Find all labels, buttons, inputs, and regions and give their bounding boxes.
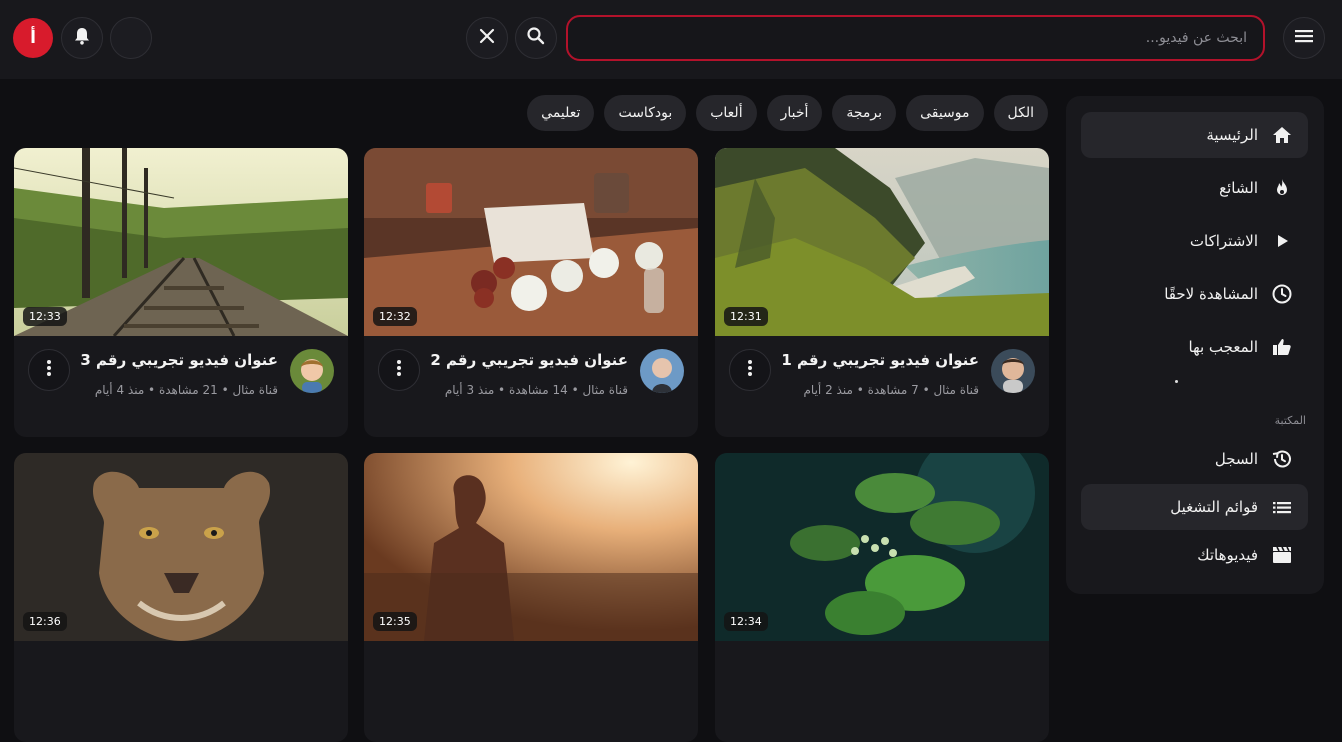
chip-music[interactable]: موسيقى bbox=[906, 95, 984, 131]
video-card[interactable]: 12:35 bbox=[364, 453, 698, 742]
more-options-button[interactable] bbox=[28, 349, 70, 391]
video-duration: 12:34 bbox=[724, 612, 768, 631]
sidebar-item-watch-later[interactable]: المشاهدة لاحقًا bbox=[1081, 271, 1308, 317]
sidebar-item-label: الرئيسية bbox=[1206, 126, 1258, 144]
sidebar-item-trending[interactable]: الشائع bbox=[1081, 165, 1308, 211]
history-icon bbox=[1270, 447, 1294, 471]
video-thumbnail[interactable]: 12:31 bbox=[715, 148, 1049, 336]
channel-avatar[interactable] bbox=[640, 349, 684, 393]
channel-avatar[interactable] bbox=[991, 349, 1035, 393]
bell-icon bbox=[72, 26, 92, 50]
video-title[interactable]: عنوان فيديو تجريبي رقم 1 bbox=[781, 351, 979, 369]
clear-search-button[interactable] bbox=[466, 17, 508, 59]
sidebar-item-label: المشاهدة لاحقًا bbox=[1164, 285, 1258, 303]
video-duration: 12:31 bbox=[724, 307, 768, 326]
sidebar-item-your-videos[interactable]: فيديوهاتك bbox=[1081, 532, 1308, 578]
sidebar-item-label: قوائم التشغيل bbox=[1170, 498, 1258, 516]
sidebar-item-label: الاشتراكات bbox=[1189, 232, 1258, 250]
clock-icon bbox=[1270, 282, 1294, 306]
more-vertical-icon bbox=[396, 359, 402, 381]
sidebar-item-label: فيديوهاتك bbox=[1197, 546, 1258, 564]
clapperboard-icon bbox=[1270, 543, 1294, 567]
sidebar-item-liked[interactable]: المعجب بها bbox=[1081, 324, 1308, 370]
video-thumbnail[interactable]: 12:33 bbox=[14, 148, 348, 336]
video-duration: 12:35 bbox=[373, 612, 417, 631]
more-options-button[interactable] bbox=[378, 349, 420, 391]
sidebar-item-subscriptions[interactable]: الاشتراكات bbox=[1081, 218, 1308, 264]
video-duration: 12:36 bbox=[23, 612, 67, 631]
library-section-label: المكتبة bbox=[1274, 414, 1306, 427]
play-icon bbox=[1270, 229, 1294, 253]
video-duration: 12:33 bbox=[23, 307, 67, 326]
sidebar-item-label: السجل bbox=[1214, 450, 1258, 468]
channel-avatar[interactable] bbox=[290, 349, 334, 393]
chip-news[interactable]: أخبار bbox=[766, 95, 823, 131]
video-thumbnail[interactable]: 12:34 bbox=[715, 453, 1049, 641]
video-card[interactable]: 12:32 عنوان فيديو تجريبي رقم 2 قناة مثال… bbox=[364, 148, 698, 437]
more-options-button[interactable] bbox=[729, 349, 771, 391]
video-card[interactable]: 12:31 عنوان فيديو تجريبي رقم 1 قناة مثال… bbox=[715, 148, 1049, 437]
video-duration: 12:32 bbox=[373, 307, 417, 326]
chip-educational[interactable]: تعليمي bbox=[527, 95, 595, 131]
playlist-icon bbox=[1270, 495, 1294, 519]
sidebar-item-playlists[interactable]: قوائم التشغيل bbox=[1081, 484, 1308, 530]
video-meta: قناة مثال • 7 مشاهدة • منذ 2 أيام bbox=[803, 383, 980, 397]
chip-all[interactable]: الكل bbox=[993, 95, 1048, 131]
user-avatar[interactable]: أ bbox=[13, 18, 53, 58]
video-card[interactable]: 12:33 عنوان فيديو تجريبي رقم 3 قناة مثال… bbox=[14, 148, 348, 437]
flame-icon bbox=[1270, 176, 1294, 200]
top-header: أ bbox=[0, 0, 1342, 79]
thumbs-up-icon bbox=[1270, 335, 1294, 359]
search-box[interactable] bbox=[566, 15, 1265, 61]
chip-games[interactable]: ألعاب bbox=[696, 95, 757, 131]
chip-programming[interactable]: برمجة bbox=[832, 95, 897, 131]
home-icon bbox=[1270, 123, 1294, 147]
menu-button[interactable] bbox=[1283, 17, 1325, 59]
close-icon bbox=[478, 27, 496, 49]
more-vertical-icon bbox=[747, 359, 753, 381]
video-thumbnail[interactable]: 12:35 bbox=[364, 453, 698, 641]
search-input[interactable] bbox=[568, 30, 1247, 46]
sidebar-item-label: الشائع bbox=[1219, 179, 1258, 197]
sidebar-item-home[interactable]: الرئيسية bbox=[1081, 112, 1308, 158]
more-vertical-icon bbox=[46, 359, 52, 381]
video-title[interactable]: عنوان فيديو تجريبي رقم 3 bbox=[80, 351, 278, 369]
notifications-button[interactable] bbox=[61, 17, 103, 59]
video-card[interactable]: 12:34 bbox=[715, 453, 1049, 742]
moon-icon bbox=[121, 26, 141, 50]
hamburger-icon bbox=[1294, 28, 1314, 48]
search-button[interactable] bbox=[515, 17, 557, 59]
search-icon bbox=[526, 26, 546, 50]
sidebar-item-label: المعجب بها bbox=[1188, 338, 1259, 356]
video-title[interactable]: عنوان فيديو تجريبي رقم 2 bbox=[430, 351, 628, 369]
video-meta: قناة مثال • 21 مشاهدة • منذ 4 أيام bbox=[94, 383, 278, 397]
chip-podcast[interactable]: بودكاست bbox=[604, 95, 687, 131]
divider-dot bbox=[1175, 380, 1178, 383]
video-thumbnail[interactable]: 12:32 bbox=[364, 148, 698, 336]
video-thumbnail[interactable]: 12:36 bbox=[14, 453, 348, 641]
sidebar: الرئيسية الشائع الاشتراكات المشاهدة لاحق… bbox=[1066, 96, 1324, 594]
theme-toggle-button[interactable] bbox=[110, 17, 152, 59]
video-card[interactable]: 12:36 bbox=[14, 453, 348, 742]
sidebar-item-history[interactable]: السجل bbox=[1081, 436, 1308, 482]
video-meta: قناة مثال • 14 مشاهدة • منذ 3 أيام bbox=[444, 383, 628, 397]
category-chips: الكل موسيقى برمجة أخبار ألعاب بودكاست تع… bbox=[527, 95, 1048, 131]
